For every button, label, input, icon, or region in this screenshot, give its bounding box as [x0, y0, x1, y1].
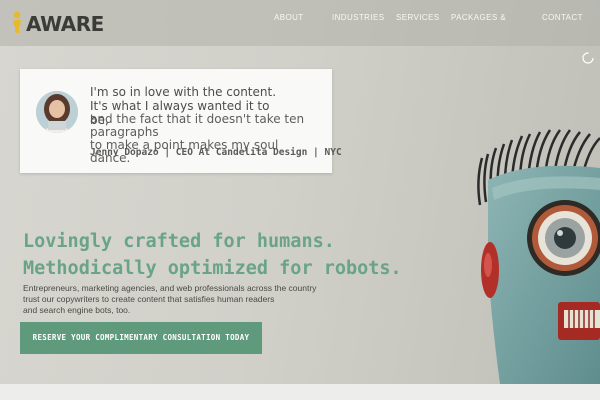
subtext-line: trust our copywriters to create content …	[23, 294, 275, 304]
page-bottom-strip	[0, 384, 600, 400]
top-navigation-bar: AWARE ABOUT INDUSTRIES SERVICES PACKAGES…	[0, 0, 600, 46]
hero-subtext: Entrepreneurs, marketing agencies, and w…	[23, 283, 343, 316]
robot-illustration	[477, 129, 600, 384]
reserve-consultation-button[interactable]: RESERVE YOUR COMPLIMENTARY CONSULTATION …	[20, 322, 262, 354]
spinner-icon	[582, 52, 594, 64]
nav-item-packages[interactable]: PACKAGES &	[451, 13, 506, 22]
subtext-line: Entrepreneurs, marketing agencies, and w…	[23, 283, 317, 293]
quote-line: It's what I always wanted it to	[90, 99, 270, 113]
quote-line: I'm so in love with the content.	[90, 85, 277, 99]
headline-line: Lovingly crafted for humans.	[23, 231, 335, 252]
subtext-line: and search engine bots, too.	[23, 305, 131, 315]
testimonial-attribution: Jenny Dopazo | CEO At Candelita Design |…	[90, 147, 342, 158]
nav-item-contact[interactable]: CONTACT	[542, 13, 583, 22]
hero-headline: Lovingly crafted for humans. Methodicall…	[23, 228, 402, 282]
headline-line: Methodically optimized for robots.	[23, 258, 402, 279]
avatar	[36, 91, 78, 133]
hero-section: AWARE ABOUT INDUSTRIES SERVICES PACKAGES…	[0, 0, 600, 384]
nav-item-services[interactable]: SERVICES	[396, 13, 440, 22]
nav-item-about[interactable]: ABOUT	[274, 13, 304, 22]
nav-item-industries[interactable]: INDUSTRIES	[332, 13, 384, 22]
testimonial-card: I'm so in love with the content. It's wh…	[20, 69, 342, 173]
main-nav: ABOUT INDUSTRIES SERVICES PACKAGES & CON…	[0, 13, 600, 25]
